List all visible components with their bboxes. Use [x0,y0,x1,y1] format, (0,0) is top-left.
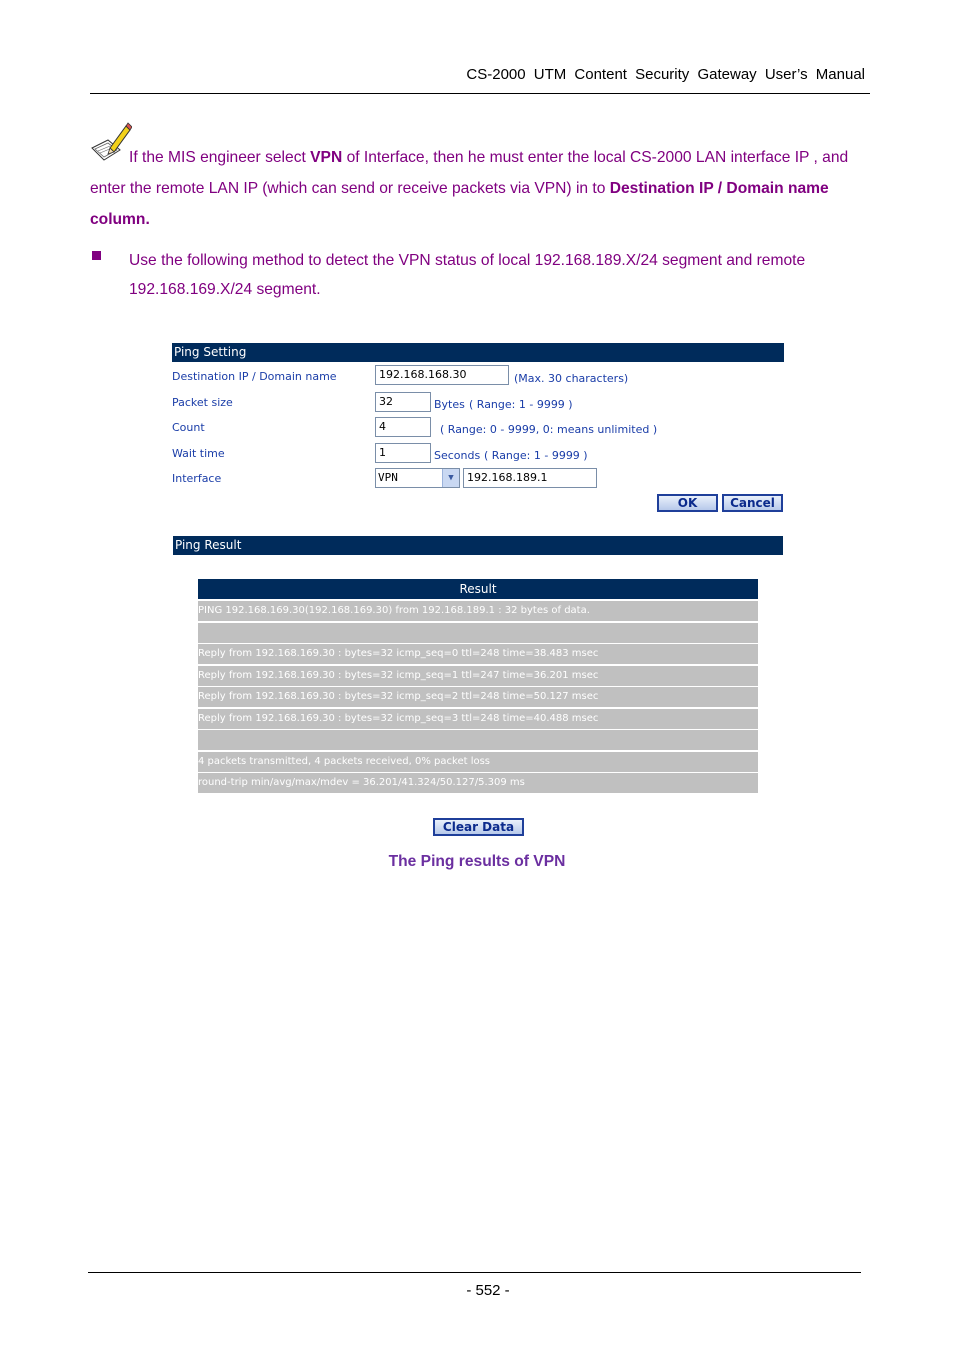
packet-size-hint: ( Range: 1 - 9999 ) [469,398,573,411]
result-row: PING 192.168.169.30(192.168.169.30) from… [198,601,758,621]
count-input[interactable]: 4 [375,417,431,437]
wait-time-unit: Seconds [434,449,481,462]
manual-title: CS-2000 UTM Content Security Gateway Use… [466,66,865,83]
note-paragraph: If the MIS engineer select VPN of Interf… [90,142,870,235]
ok-button[interactable]: OK [657,494,718,512]
interface-selected-value: VPN [378,471,398,484]
note-bold-vpn: VPN [310,149,343,166]
destination-hint: (Max. 30 characters) [514,372,629,385]
result-table-header: Result [198,579,758,599]
chevron-down-icon[interactable]: ▼ [442,469,459,487]
page-number: - 552 - [466,1282,510,1299]
result-row [198,623,758,643]
note-text-1: If the MIS engineer select [129,149,311,166]
result-row: 4 packets transmitted, 4 packets receive… [198,752,758,772]
wait-time-label: Wait time [172,447,225,460]
result-row: Reply from 192.168.169.30 : bytes=32 icm… [198,666,758,686]
packet-size-label: Packet size [172,396,233,409]
packet-size-unit: Bytes [434,398,465,411]
interface-ip-input[interactable]: 192.168.189.1 [463,468,597,488]
interface-select[interactable]: VPN ▼ [375,468,460,488]
result-row: Reply from 192.168.169.30 : bytes=32 icm… [198,644,758,664]
ping-setting-title: Ping Setting [172,343,784,362]
interface-label: Interface [172,472,222,485]
count-hint: ( Range: 0 - 9999, 0: means unlimited ) [440,423,658,436]
ping-result-title: Ping Result [173,536,783,555]
result-row: Reply from 192.168.169.30 : bytes=32 icm… [198,709,758,729]
bullet-paragraph: Use the following method to detect the V… [129,252,806,298]
result-row [198,730,758,750]
cancel-button[interactable]: Cancel [722,494,783,512]
wait-time-hint: ( Range: 1 - 9999 ) [484,449,588,462]
destination-input[interactable]: 192.168.168.30 [375,365,509,385]
header-rule [90,93,870,94]
bullet-square-icon [92,251,101,260]
destination-label: Destination IP / Domain name [172,370,337,383]
count-label: Count [172,421,205,434]
result-row: round-trip min/avg/max/mdev = 36.201/41.… [198,773,758,793]
figure-caption: The Ping results of VPN [388,853,566,870]
clear-data-button[interactable]: Clear Data [433,818,524,836]
packet-size-input[interactable]: 32 [375,392,431,412]
wait-time-input[interactable]: 1 [375,443,431,463]
result-row: Reply from 192.168.169.30 : bytes=32 icm… [198,687,758,707]
footer-rule [88,1272,861,1273]
